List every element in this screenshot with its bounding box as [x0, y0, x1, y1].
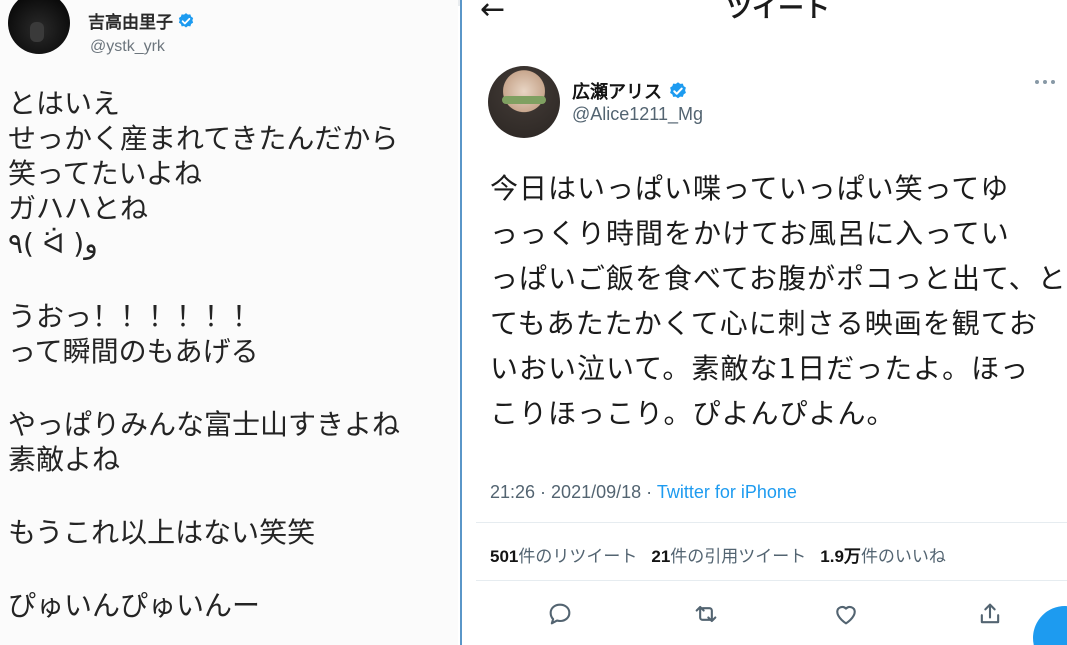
meta-separator: ·: [641, 482, 657, 502]
meta-separator: ·: [535, 482, 552, 502]
left-tweet-text: とはいえ せっかく産まれてきたんだから 笑ってたいよね ガハハとね ٩( ᐛ )…: [8, 86, 453, 623]
tweet-actions: [462, 596, 1067, 636]
display-name[interactable]: 吉高由里子: [88, 8, 173, 33]
tweet-text-line: てもあたたかくて心に刺さる映画を観てお: [490, 307, 1038, 340]
tweet-text-line: やっぱりみんな富士山すきよね: [8, 408, 401, 441]
more-dots-icon[interactable]: [1035, 80, 1055, 84]
tweet-stats: 501件のリツイート 21件の引用ツイート 1.9万件のいいね: [490, 542, 946, 567]
tweet-text-line: [8, 550, 453, 588]
tweet-text-line: って瞬間のもあげる: [8, 335, 259, 368]
avatar[interactable]: [488, 66, 560, 138]
tweet-text-line: 素敵よね: [8, 443, 121, 476]
tweet-text-line: こりほっこり。ぴよんぴよん。: [490, 397, 896, 430]
right-tweet-panel: ← ツイート 広瀬アリス @Alice1211_Mg 今日はいっぱい喋っていっぱ…: [460, 0, 1067, 645]
share-button[interactable]: [972, 596, 1008, 632]
tweet-text-line: [8, 477, 453, 515]
retweets-label: 件のリツイート: [518, 547, 638, 567]
tweet-text-line: いおい泣いて。素敵な1日だったよ。ほっ: [490, 352, 1030, 385]
heart-icon: [836, 605, 856, 625]
likes-stat[interactable]: 1.9万件のいいね: [820, 542, 946, 567]
tweet-date[interactable]: 2021/09/18: [551, 482, 641, 502]
like-button[interactable]: [828, 596, 864, 632]
tweet-meta: 21:26 · 2021/09/18 · Twitter for iPhone: [490, 482, 797, 503]
tweet-text-line: 今日はいっぱい喋っていっぱい笑ってゆ: [490, 172, 1010, 205]
reply-button[interactable]: [542, 596, 578, 632]
divider: [476, 522, 1067, 523]
tweet-text-line: とはいえ: [8, 87, 121, 120]
quotes-stat[interactable]: 21件の引用ツイート: [651, 542, 806, 567]
verified-badge-icon: [178, 12, 194, 28]
retweets-stat[interactable]: 501件のリツイート: [490, 542, 637, 567]
tweet-text-line: うおっ！！！！！！: [8, 300, 261, 333]
tweet-text: 今日はいっぱい喋っていっぱい笑ってゆ っっくり時間をかけてお風呂に入ってい っぱ…: [490, 166, 1067, 436]
tweet-text-line: ٩( ᐛ )و: [8, 227, 98, 260]
left-tweet-panel: 吉高由里子 @ystk_yrk とはいえ せっかく産まれてきたんだから 笑ってた…: [0, 0, 458, 645]
tweet-time[interactable]: 21:26: [490, 482, 535, 502]
tweet-text-line: っぱいご飯を食べてお腹がポコっと出て、と: [490, 262, 1067, 295]
verified-badge-icon: [670, 82, 686, 99]
right-name-row: 広瀬アリス: [572, 78, 688, 104]
tweet-text-line: [8, 261, 453, 299]
arrow-left-icon[interactable]: ←: [480, 0, 505, 27]
display-name[interactable]: 広瀬アリス: [572, 78, 662, 104]
quotes-label: 件の引用ツイート: [670, 547, 807, 567]
user-handle[interactable]: @Alice1211_Mg: [572, 104, 703, 125]
tweet-text-line: [8, 369, 453, 407]
divider: [476, 580, 1067, 581]
reply-icon: [549, 603, 571, 625]
tweet-text-line: ガハハとね: [8, 192, 149, 225]
likes-count: 1.9万: [820, 547, 861, 566]
tweet-text-line: 笑ってたいよね: [8, 157, 203, 190]
tweet-text-line: もうこれ以上はない笑笑: [8, 516, 316, 549]
avatar[interactable]: [8, 0, 70, 54]
left-name-row: 吉高由里子: [88, 8, 195, 33]
page-title: ツイート: [726, 0, 831, 24]
retweets-count: 501: [490, 547, 519, 566]
user-handle[interactable]: @ystk_yrk: [90, 38, 165, 56]
tweet-text-line: ぴゅいんぴゅいんー: [8, 589, 261, 622]
tweet-source-link[interactable]: Twitter for iPhone: [657, 482, 797, 502]
tweet-text-line: せっかく産まれてきたんだから: [8, 122, 399, 155]
share-icon: [980, 603, 1000, 624]
likes-label: 件のいいね: [860, 547, 946, 567]
retweet-button[interactable]: [688, 596, 724, 632]
retweet-icon: [695, 605, 717, 623]
tweet-text-line: っっくり時間をかけてお風呂に入ってい: [490, 217, 1010, 250]
quotes-count: 21: [651, 547, 671, 566]
